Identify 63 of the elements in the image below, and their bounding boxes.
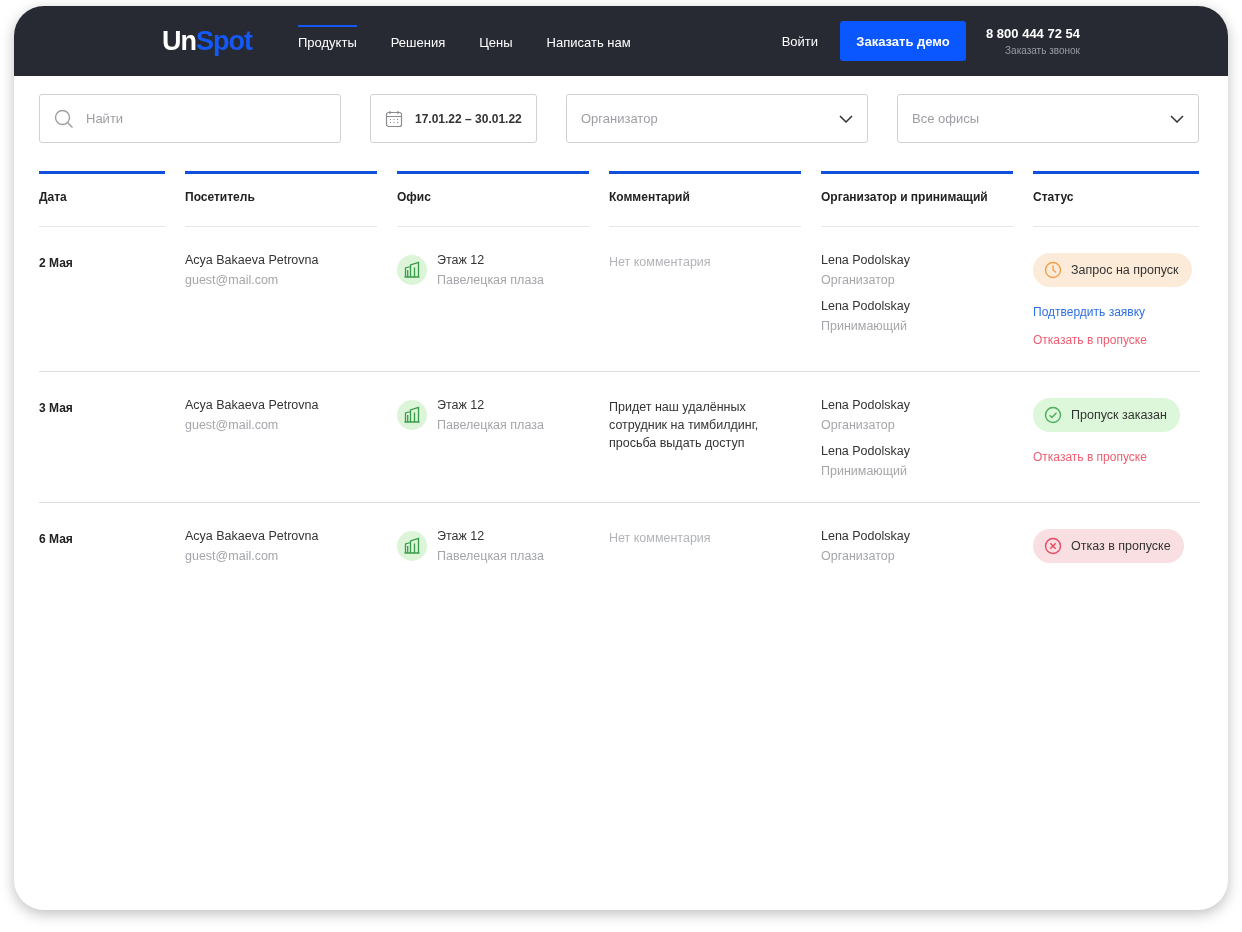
date-cell: 2 Мая — [39, 256, 73, 270]
office-building: Павелецкая плаза — [437, 418, 544, 432]
column-header: Офис — [397, 171, 589, 227]
column-header: Посетитель — [185, 171, 377, 227]
comment-text: Придет наш удалённых сотрудник на тимбилдинг, просьба выдать доступ — [609, 399, 760, 452]
phone-number: 8 800 444 72 54 — [986, 26, 1080, 41]
status-badge: Отказ в пропуске — [1033, 529, 1184, 563]
office-floor: Этаж 12 — [437, 529, 486, 543]
person-name: Lena Podolskay — [821, 398, 911, 412]
search-icon — [54, 108, 74, 129]
person-role: Принимающий — [821, 464, 908, 478]
refuse-link[interactable]: Отказать в пропуске — [1033, 333, 1147, 347]
person-name: Lena Podolskay — [821, 253, 911, 267]
organizer-dropdown[interactable]: Организатор — [566, 94, 868, 143]
column-header: Комментарий — [609, 171, 801, 227]
callback-link[interactable]: Заказать звонок — [1005, 45, 1080, 56]
person-name: Lena Podolskay — [821, 299, 911, 313]
nav-link[interactable]: Цены — [479, 24, 513, 58]
chevron-down-icon — [1170, 114, 1184, 123]
search-field[interactable]: Найти — [39, 94, 341, 143]
cross-circle-icon — [1044, 537, 1062, 555]
status-badge: Пропуск заказан — [1033, 398, 1180, 432]
nav-link[interactable]: Продукты — [298, 24, 357, 58]
check-circle-icon — [1044, 406, 1062, 424]
comment-text: Нет комментария — [609, 530, 712, 547]
building-icon — [397, 255, 427, 285]
visitor-name: Acya Bakaeva Petrovna — [185, 529, 320, 543]
date-range-field[interactable]: 17.01.22 – 30.01.22 — [370, 94, 537, 143]
building-icon — [397, 400, 427, 430]
offices-dropdown[interactable]: Все офисы — [897, 94, 1199, 143]
person-role: Организатор — [821, 273, 896, 287]
comment-text: Нет комментария — [609, 254, 712, 271]
office-floor: Этаж 12 — [437, 253, 486, 267]
nav-link[interactable]: Решения — [390, 24, 446, 58]
office-floor: Этаж 12 — [437, 398, 486, 412]
chevron-down-icon — [839, 114, 853, 123]
visitor-name: Acya Bakaeva Petrovna — [185, 398, 320, 412]
date-cell: 3 Мая — [39, 401, 73, 415]
confirm-link[interactable]: Подтвердить заявку — [1033, 305, 1146, 319]
refuse-link[interactable]: Отказать в пропуске — [1033, 450, 1147, 464]
person-name: Lena Podolskay — [821, 529, 911, 543]
logo[interactable]: UnSpot — [162, 25, 252, 57]
status-badge: Запрос на пропуск — [1033, 253, 1192, 287]
column-header: Статус — [1033, 171, 1199, 227]
demo-button[interactable]: Заказать демо — [840, 21, 966, 61]
office-building: Павелецкая плаза — [437, 549, 544, 563]
date-cell: 6 Мая — [39, 532, 73, 546]
visitor-name: Acya Bakaeva Petrovna — [185, 253, 320, 267]
building-icon — [397, 531, 427, 561]
person-role: Организатор — [821, 549, 896, 563]
visitor-email: guest@mail.com — [185, 418, 280, 432]
nav-link[interactable]: Написать нам — [546, 24, 631, 58]
clock-icon — [1044, 261, 1062, 279]
visitor-email: guest@mail.com — [185, 549, 280, 563]
person-role: Организатор — [821, 418, 896, 432]
column-header: Организатор и принимащий — [821, 171, 1013, 227]
person-name: Lena Podolskay — [821, 444, 911, 458]
login-link[interactable]: Войти — [781, 33, 818, 49]
visitor-email: guest@mail.com — [185, 273, 280, 287]
calendar-icon — [385, 109, 403, 128]
person-role: Принимающий — [821, 319, 908, 333]
column-header: Дата — [39, 171, 165, 227]
office-building: Павелецкая плаза — [437, 273, 544, 287]
